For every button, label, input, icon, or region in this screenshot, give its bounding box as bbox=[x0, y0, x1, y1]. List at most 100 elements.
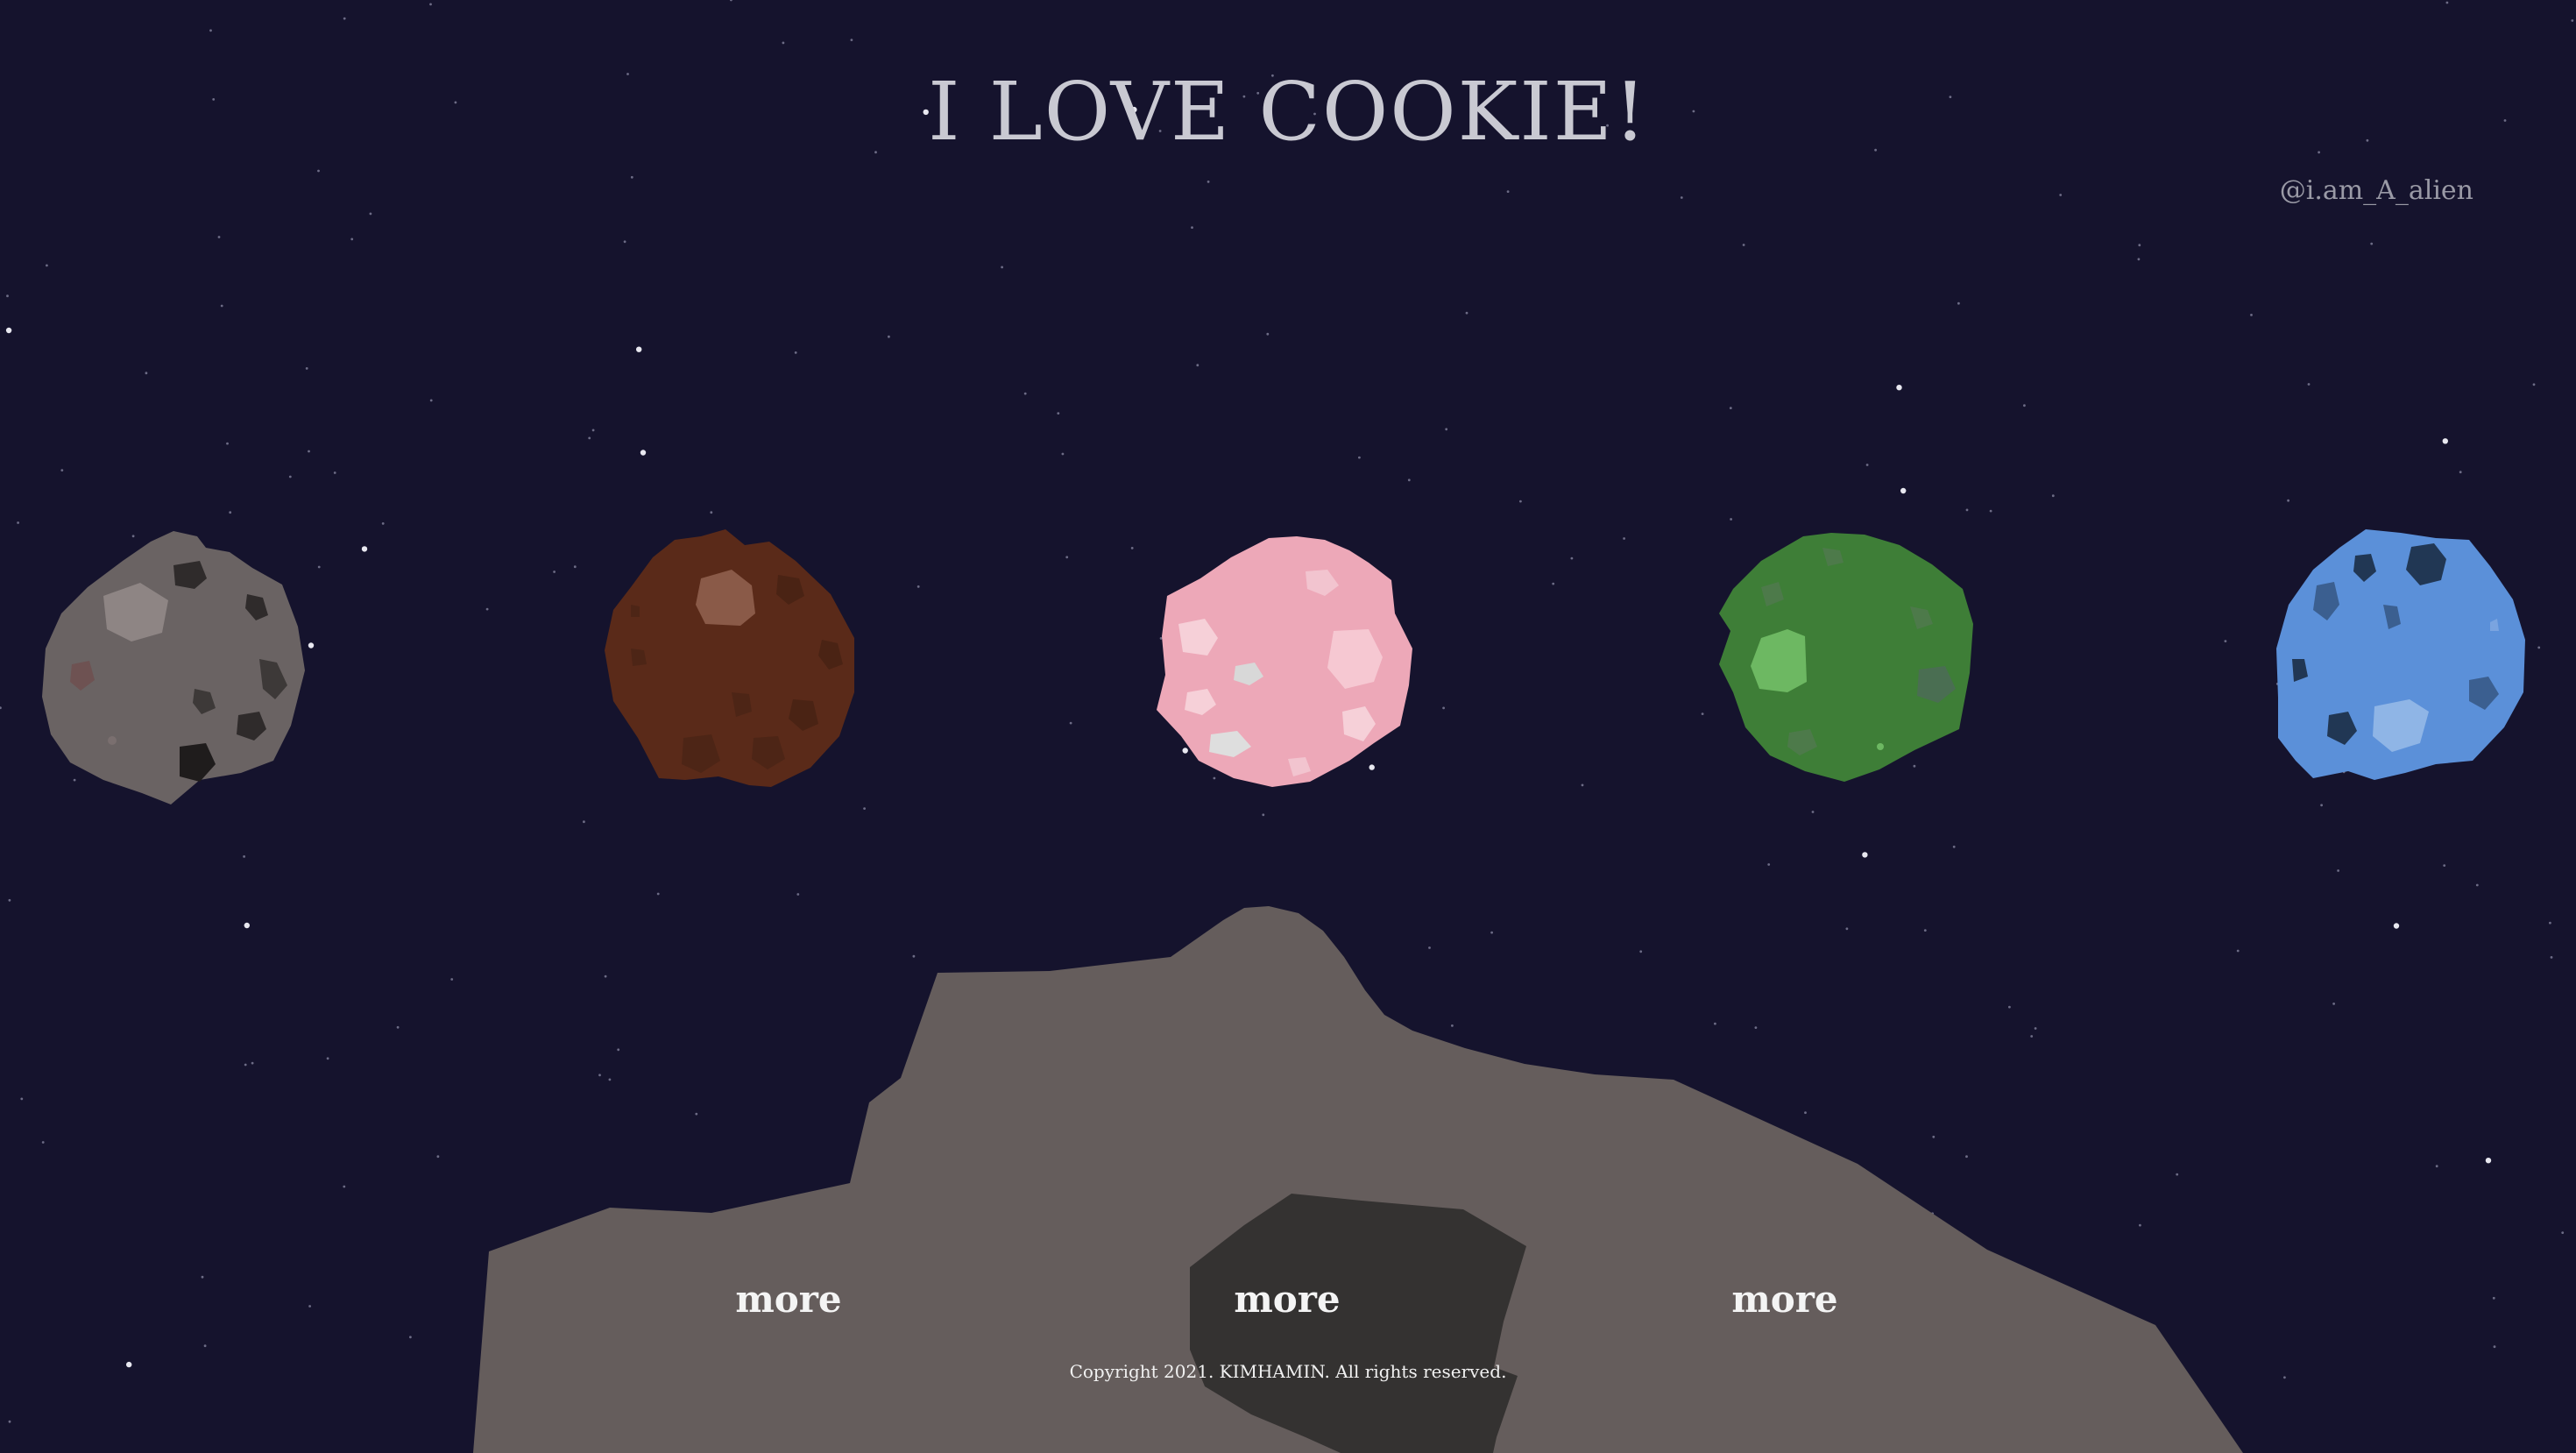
star bbox=[1023, 392, 1027, 395]
blue-cookie-planet[interactable] bbox=[2276, 529, 2525, 780]
star bbox=[1519, 500, 1522, 503]
star bbox=[2250, 314, 2253, 316]
star bbox=[243, 855, 245, 858]
star bbox=[863, 807, 866, 810]
star bbox=[1451, 1024, 1454, 1027]
star bbox=[244, 1063, 247, 1067]
star bbox=[1465, 311, 1468, 315]
star bbox=[1445, 428, 1448, 431]
star bbox=[317, 565, 321, 569]
star bbox=[591, 429, 595, 432]
star bbox=[2435, 1165, 2438, 1168]
star bbox=[630, 175, 633, 179]
star bbox=[2332, 1003, 2336, 1005]
star bbox=[2370, 242, 2374, 245]
star bbox=[2537, 646, 2541, 649]
copyright-text: Copyright 2021. KIMHAMIN. All rights res… bbox=[1069, 1361, 1507, 1382]
star bbox=[1804, 1111, 1807, 1115]
star bbox=[1442, 706, 1445, 710]
star bbox=[640, 450, 647, 456]
star bbox=[317, 169, 320, 173]
author-handle-link[interactable]: @i.am_A_alien bbox=[2280, 178, 2473, 204]
star bbox=[145, 372, 148, 375]
star bbox=[8, 1420, 11, 1423]
star bbox=[1865, 464, 1869, 466]
star bbox=[350, 237, 354, 241]
star bbox=[553, 571, 556, 573]
star bbox=[2008, 1005, 2011, 1009]
star bbox=[1262, 813, 1265, 817]
star bbox=[583, 820, 585, 824]
star bbox=[2139, 1223, 2141, 1227]
star bbox=[1428, 946, 1431, 949]
star bbox=[226, 442, 229, 445]
star bbox=[1965, 508, 1969, 512]
star bbox=[5, 327, 12, 334]
pink-cookie-planet[interactable] bbox=[1157, 536, 1412, 787]
star bbox=[2475, 883, 2479, 887]
star bbox=[1714, 1022, 1716, 1025]
star bbox=[2550, 956, 2553, 959]
page-title: I LOVE COOKIE! bbox=[928, 65, 1648, 159]
star bbox=[333, 471, 336, 474]
star bbox=[588, 436, 591, 440]
star bbox=[1754, 1026, 1758, 1029]
star bbox=[1965, 1155, 1968, 1159]
star bbox=[1623, 537, 1625, 540]
star bbox=[288, 475, 292, 478]
star bbox=[2034, 1027, 2037, 1030]
star bbox=[1742, 244, 1745, 246]
star bbox=[695, 1112, 698, 1116]
star bbox=[656, 892, 660, 896]
star bbox=[326, 1057, 329, 1060]
star bbox=[429, 3, 432, 6]
star bbox=[17, 521, 19, 524]
star bbox=[381, 522, 385, 525]
star bbox=[888, 335, 890, 338]
star bbox=[1369, 764, 1375, 770]
star bbox=[308, 642, 315, 649]
star bbox=[1069, 721, 1072, 725]
star bbox=[1989, 509, 1992, 513]
star bbox=[20, 1097, 24, 1101]
more-link-left[interactable]: more bbox=[692, 1281, 885, 1318]
star bbox=[217, 236, 221, 238]
star bbox=[1213, 776, 1216, 780]
star bbox=[2485, 1158, 2492, 1164]
star bbox=[201, 1275, 204, 1279]
star bbox=[2138, 244, 2141, 247]
star bbox=[2532, 383, 2536, 386]
star bbox=[730, 0, 732, 2]
star bbox=[2561, 1231, 2565, 1234]
star bbox=[2459, 471, 2462, 474]
star bbox=[1196, 364, 1200, 367]
star bbox=[916, 585, 920, 588]
star bbox=[1130, 547, 1134, 549]
star bbox=[2445, 1, 2449, 4]
star bbox=[2176, 1173, 2179, 1176]
chocolate-cookie-planet[interactable] bbox=[605, 529, 854, 787]
star bbox=[343, 1185, 346, 1188]
star bbox=[203, 1344, 207, 1348]
star bbox=[1900, 487, 1907, 494]
star bbox=[1490, 931, 1493, 934]
star bbox=[1730, 518, 1732, 521]
star bbox=[209, 29, 212, 32]
star bbox=[396, 1025, 400, 1029]
star bbox=[1061, 452, 1065, 456]
more-link-right[interactable]: more bbox=[1688, 1281, 1881, 1318]
gray-cookie-planet[interactable] bbox=[42, 531, 305, 804]
star bbox=[8, 898, 11, 902]
star bbox=[1767, 863, 1771, 866]
star bbox=[1581, 783, 1584, 787]
star bbox=[2059, 194, 2063, 196]
star bbox=[0, 706, 2, 710]
star bbox=[2337, 869, 2340, 872]
star bbox=[1506, 190, 1510, 194]
star bbox=[1407, 478, 1411, 482]
green-cookie-planet[interactable] bbox=[1719, 533, 1973, 782]
star bbox=[220, 304, 223, 308]
star bbox=[429, 399, 433, 402]
more-link-center[interactable]: more bbox=[1191, 1281, 1384, 1318]
star bbox=[1159, 637, 1163, 640]
